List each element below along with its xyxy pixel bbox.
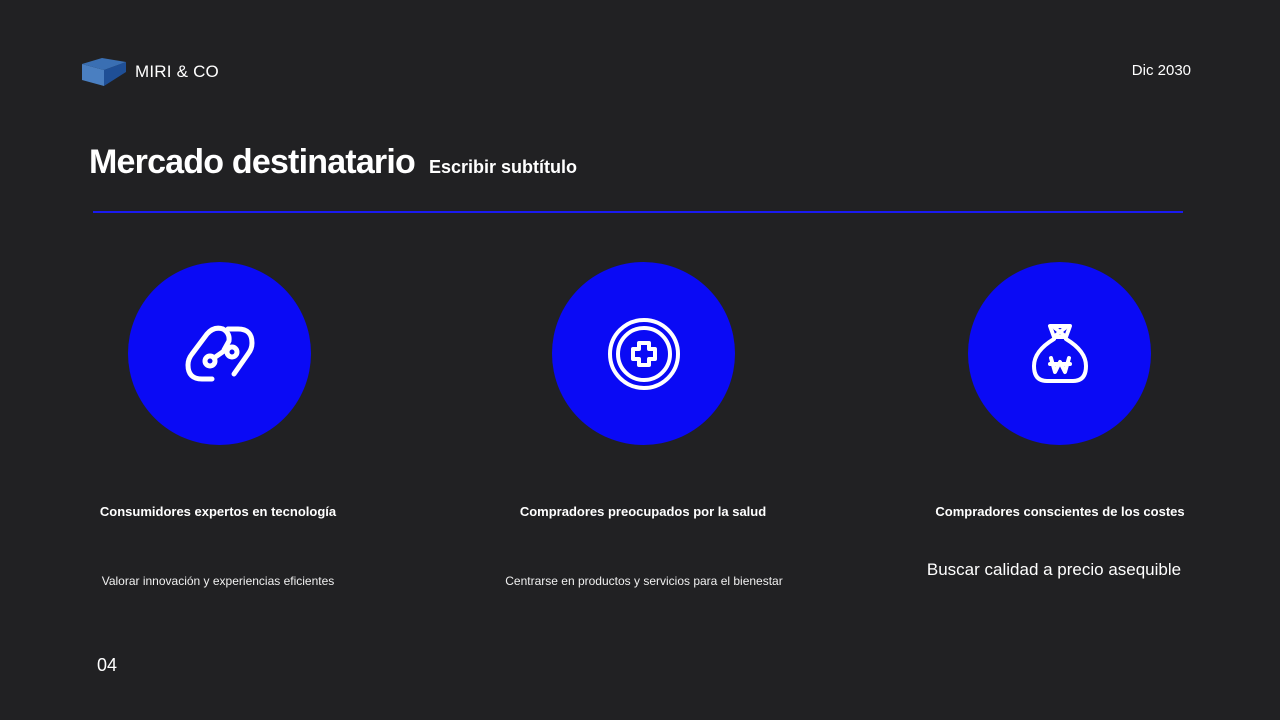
page-title: Mercado destinatario — [89, 143, 416, 181]
card-1-icon-circle — [128, 262, 311, 445]
title-divider — [93, 211, 1183, 213]
page-number: 04 — [97, 655, 118, 675]
card-2-description: Centrarse en productos y servicios para … — [505, 574, 783, 588]
link-icon — [185, 325, 254, 381]
logo-icon — [82, 58, 126, 86]
card-1-description: Valorar innovación y experiencias eficie… — [101, 574, 335, 588]
card-1-title: Consumidores expertos en tecnología — [99, 504, 337, 519]
card-2-icon-circle — [552, 262, 735, 445]
card-3-description: Buscar calidad a precio asequible — [926, 560, 1182, 579]
page-subtitle[interactable]: Escribir subtítulo — [429, 157, 577, 178]
date-label: Dic 2030 — [1131, 62, 1191, 79]
health-plus-icon — [607, 317, 680, 390]
card-3-icon-circle — [968, 262, 1151, 445]
brand-name: MIRI & CO — [135, 62, 219, 81]
money-bag-icon — [1031, 323, 1088, 383]
card-3-title: Compradores conscientes de los costes — [935, 504, 1185, 519]
card-2-title: Compradores preocupados por la salud — [519, 504, 767, 519]
